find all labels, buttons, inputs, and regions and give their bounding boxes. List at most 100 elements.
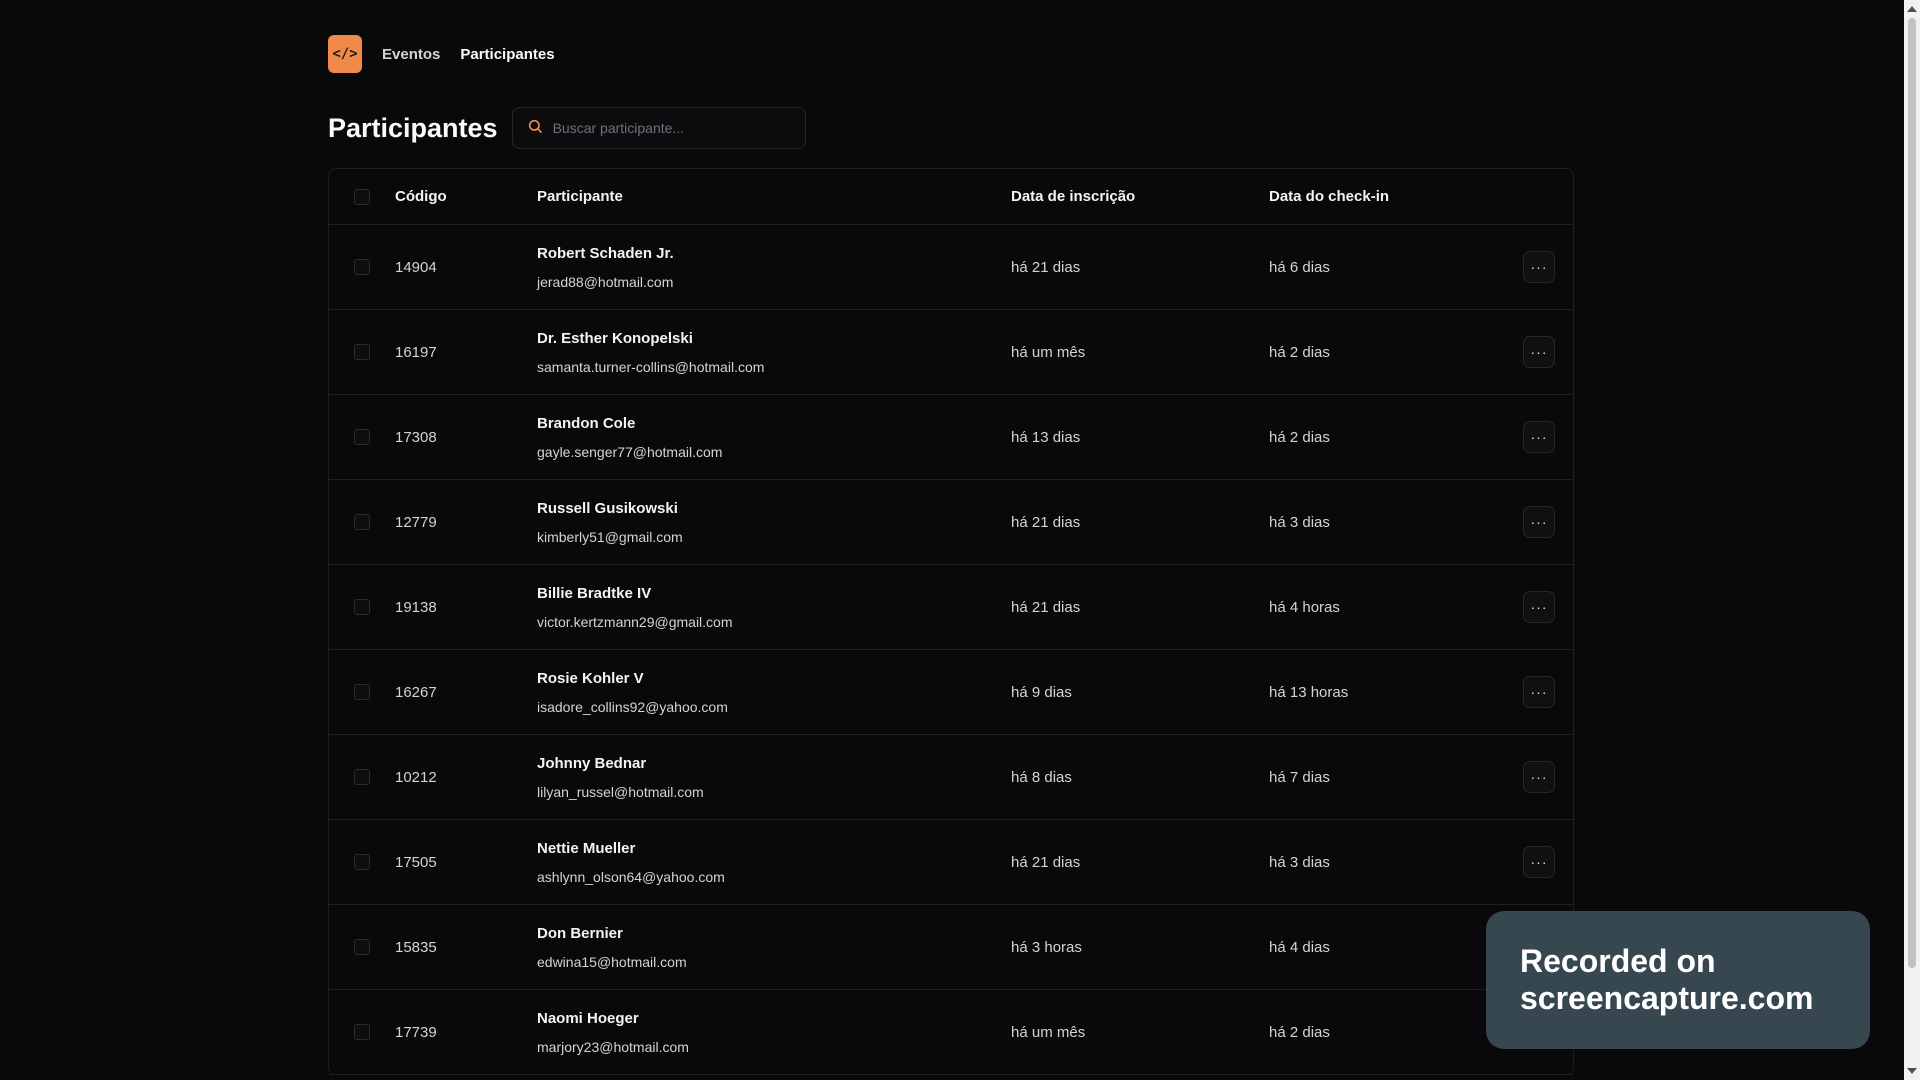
app-logo-icon[interactable]: </>: [328, 35, 362, 73]
search-input[interactable]: [552, 120, 791, 136]
registration-date: há 21 dias: [1011, 513, 1081, 531]
more-options-button[interactable]: ···: [1523, 676, 1555, 708]
watermark-line-2: screencapture.com: [1520, 980, 1814, 1016]
header-participant: Participante: [537, 188, 623, 205]
participant-code: 16197: [395, 343, 437, 361]
checkin-date: há 3 dias: [1269, 513, 1330, 531]
page-title: Participantes: [328, 112, 498, 143]
watermark-text: Recorded on screencapture.com: [1520, 943, 1813, 1017]
participant-code: 16267: [395, 683, 437, 701]
more-options-button[interactable]: ···: [1523, 421, 1555, 453]
participant-email: victor.kertzmann29@gmail.com: [537, 613, 733, 630]
participant-code: 19138: [395, 598, 437, 616]
participant-name: Robert Schaden Jr.: [537, 244, 674, 262]
scrollbar-thumb[interactable]: [1908, 18, 1916, 968]
participant-code: 17308: [395, 428, 437, 446]
checkin-date: há 7 dias: [1269, 768, 1330, 786]
participant-name: Russell Gusikowski: [537, 499, 678, 517]
row-checkbox[interactable]: [354, 344, 370, 360]
participant-name: Don Bernier: [537, 924, 623, 942]
participant-name: Johnny Bednar: [537, 754, 647, 772]
table-row: 17308 Brandon Cole gayle.senger77@hotmail…: [329, 395, 1573, 480]
more-options-button[interactable]: ···: [1523, 846, 1555, 878]
table-header: Código Participante Data de inscrição Da…: [329, 169, 1573, 225]
scroll-up-arrow-icon[interactable]: [1907, 6, 1917, 12]
checkin-date: há 2 dias: [1269, 343, 1330, 361]
participant-code: 12779: [395, 513, 437, 531]
checkin-date: há 13 horas: [1269, 683, 1349, 701]
participant-email: gayle.senger77@hotmail.com: [537, 443, 723, 460]
checkin-date: há 4 dias: [1269, 938, 1330, 956]
row-checkbox[interactable]: [354, 259, 370, 275]
participant-name: Brandon Cole: [537, 414, 636, 432]
registration-date: há um mês: [1011, 1023, 1086, 1041]
row-checkbox[interactable]: [354, 854, 370, 870]
top-nav: </> Eventos Participantes: [328, 34, 1574, 74]
more-options-button[interactable]: ···: [1523, 761, 1555, 793]
table-row: 15835 Don Bernier edwina15@hotmail.com há…: [329, 905, 1573, 990]
participant-name: Billie Bradtke IV: [537, 584, 652, 602]
row-checkbox[interactable]: [354, 769, 370, 785]
participant-email: kimberly51@gmail.com: [537, 528, 683, 545]
table-row: 16267 Rosie Kohler V isadore_collins92@ya…: [329, 650, 1573, 735]
participant-email: isadore_collins92@yahoo.com: [537, 698, 728, 715]
search-box[interactable]: [511, 107, 806, 149]
participant-email: ashlynn_olson64@yahoo.com: [537, 868, 725, 885]
more-options-button[interactable]: ···: [1523, 506, 1555, 538]
registration-date: há 3 horas: [1011, 938, 1082, 956]
title-row: Participantes: [328, 106, 1574, 150]
scroll-down-arrow-icon[interactable]: [1907, 1068, 1917, 1074]
row-checkbox[interactable]: [354, 684, 370, 700]
participant-name: Dr. Esther Konopelski: [537, 329, 693, 347]
more-options-button[interactable]: ···: [1523, 591, 1555, 623]
header-code: Código: [395, 188, 447, 205]
checkin-date: há 4 horas: [1269, 598, 1340, 616]
row-checkbox[interactable]: [354, 429, 370, 445]
registration-date: há 21 dias: [1011, 258, 1081, 276]
more-options-button[interactable]: ···: [1523, 336, 1555, 368]
table-row: 17505 Nettie Mueller ashlynn_olson64@yaho…: [329, 820, 1573, 905]
participants-table: Código Participante Data de inscrição Da…: [328, 168, 1574, 1075]
registration-date: há 9 dias: [1011, 683, 1072, 701]
participant-email: jerad88@hotmail.com: [537, 273, 674, 290]
participant-code: 10212: [395, 768, 437, 786]
table-row: 10212 Johnny Bednar lilyan_russel@hotmail…: [329, 735, 1573, 820]
watermark-line-1: Recorded on: [1520, 943, 1716, 979]
header-checkin-date: Data do check-in: [1269, 188, 1390, 205]
table-row: 16197 Dr. Esther Konopelski samanta.turne…: [329, 310, 1573, 395]
participant-name: Nettie Mueller: [537, 839, 636, 857]
checkin-date: há 3 dias: [1269, 853, 1330, 871]
table-row: 14904 Robert Schaden Jr. jerad88@hotmail.…: [329, 225, 1573, 310]
registration-date: há 21 dias: [1011, 598, 1081, 616]
registration-date: há 21 dias: [1011, 853, 1081, 871]
nav-item-eventos[interactable]: Eventos: [382, 46, 440, 63]
checkin-date: há 2 dias: [1269, 428, 1330, 446]
checkin-date: há 6 dias: [1269, 258, 1330, 276]
participant-email: lilyan_russel@hotmail.com: [537, 783, 704, 800]
participant-code: 14904: [395, 258, 437, 276]
row-checkbox[interactable]: [354, 939, 370, 955]
participant-email: samanta.turner-collins@hotmail.com: [537, 358, 765, 375]
main-container: </> Eventos Participantes Participantes …: [328, 34, 1574, 1075]
select-all-checkbox[interactable]: [354, 188, 370, 205]
recording-watermark: Recorded on screencapture.com: [1486, 911, 1870, 1049]
registration-date: há 8 dias: [1011, 768, 1072, 786]
page-scrollbar[interactable]: [1904, 0, 1920, 1080]
participant-name: Rosie Kohler V: [537, 669, 644, 687]
table-row: 12779 Russell Gusikowski kimberly51@gmail…: [329, 480, 1573, 565]
row-checkbox[interactable]: [354, 514, 370, 530]
participant-code: 17505: [395, 853, 437, 871]
more-options-button[interactable]: ···: [1523, 251, 1555, 283]
header-registration-date: Data de inscrição: [1011, 188, 1136, 205]
nav-item-participantes[interactable]: Participantes: [460, 46, 554, 63]
row-checkbox[interactable]: [354, 599, 370, 615]
participant-name: Naomi Hoeger: [537, 1009, 639, 1027]
registration-date: há um mês: [1011, 343, 1086, 361]
app-page: </> Eventos Participantes Participantes …: [0, 0, 1920, 1080]
table-row: 17739 Naomi Hoeger marjory23@hotmail.com …: [329, 990, 1573, 1075]
row-checkbox[interactable]: [354, 1024, 370, 1040]
table-row: 19138 Billie Bradtke IV victor.kertzmann2…: [329, 565, 1573, 650]
registration-date: há 13 dias: [1011, 428, 1081, 446]
participant-email: edwina15@hotmail.com: [537, 953, 687, 970]
checkin-date: há 2 dias: [1269, 1023, 1330, 1041]
